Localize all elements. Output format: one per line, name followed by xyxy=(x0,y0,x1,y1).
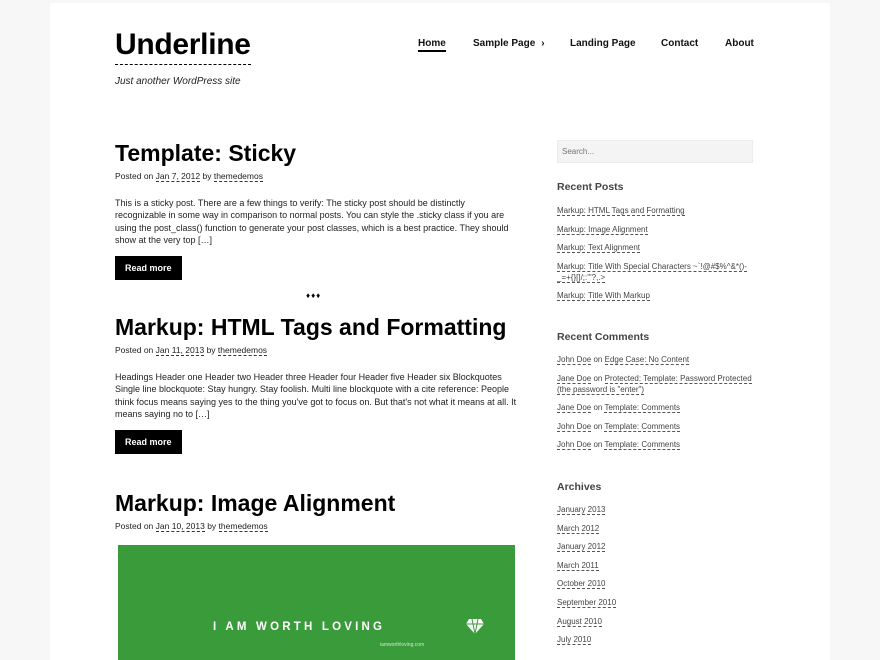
list-item: Markup: Title With Markup xyxy=(557,290,757,302)
list-item: August 2010 xyxy=(557,616,757,627)
comment-on: on xyxy=(593,440,603,450)
list-item: September 2010 xyxy=(557,597,757,608)
comment-post-link[interactable]: Template: Comments xyxy=(604,440,681,451)
post-title[interactable]: Markup: HTML Tags and Formatting xyxy=(115,313,517,341)
list-item: July 2010 xyxy=(557,634,757,646)
post-meta: Posted on Jan 7, 2012 by themedemos xyxy=(115,171,517,182)
recent-comments-list: John Doe on Edge Case: No Content Jane D… xyxy=(557,354,757,458)
post-image-alignment: Markup: Image Alignment Posted on Jan 10… xyxy=(115,489,517,532)
post-separator: ♦♦♦ xyxy=(306,291,322,300)
post-html-tags: Markup: HTML Tags and Formatting Posted … xyxy=(115,313,517,455)
list-item: March 2012 xyxy=(557,523,757,534)
search-input[interactable] xyxy=(557,140,753,163)
recent-posts-title: Recent Posts xyxy=(557,181,624,193)
archive-link[interactable]: March 2011 xyxy=(557,560,599,571)
archive-link[interactable]: January 2012 xyxy=(557,542,606,553)
archive-link[interactable]: January 2013 xyxy=(557,505,606,515)
comment-post-link[interactable]: Template: Comments xyxy=(604,421,681,432)
site-tagline: Just another WordPress site xyxy=(115,76,241,87)
read-more-button[interactable]: Read more xyxy=(115,256,182,281)
featured-image-url: iamworthloving.com xyxy=(380,642,425,648)
post-excerpt: Headings Header one Header two Header th… xyxy=(115,372,517,419)
list-item: Markup: Text Alignment xyxy=(557,242,757,254)
list-item: John Doe on Template: Comments xyxy=(557,439,757,451)
recent-post-link[interactable]: Markup: Title With Markup xyxy=(557,291,650,302)
meta-by: by xyxy=(202,171,212,181)
nav-about[interactable]: About xyxy=(725,38,754,49)
recent-posts-list: Markup: HTML Tags and Formatting Markup:… xyxy=(557,205,757,309)
post-date-link[interactable]: Jan 10, 2013 xyxy=(155,521,205,532)
recent-post-link[interactable]: Markup: Text Alignment xyxy=(557,243,641,254)
list-item: Jane Doe on Template: Comments xyxy=(557,402,757,414)
list-item: January 2012 xyxy=(557,541,757,553)
nav-contact[interactable]: Contact xyxy=(661,38,698,49)
comment-author-link[interactable]: Jane Doe xyxy=(557,373,592,384)
post-date-link[interactable]: Jan 7, 2012 xyxy=(155,171,201,182)
main-nav: Home Sample Page › Landing Page Contact A… xyxy=(50,38,830,58)
archives-title: Archives xyxy=(557,481,602,493)
recent-post-link[interactable]: Markup: Title With Special Characters ~`… xyxy=(557,261,747,283)
chevron-right-icon: › xyxy=(541,38,545,49)
archive-link[interactable]: July 2010 xyxy=(557,635,592,646)
post-title[interactable]: Template: Sticky xyxy=(115,139,517,167)
nav-home[interactable]: Home xyxy=(418,38,446,52)
archive-link[interactable]: October 2010 xyxy=(557,579,606,590)
post-sticky: Template: Sticky Posted on Jan 7, 2012 b… xyxy=(115,139,517,281)
post-meta: Posted on Jan 10, 2013 by themedemos xyxy=(115,521,517,532)
post-author-link[interactable]: themedemos xyxy=(213,171,263,182)
recent-comments-title: Recent Comments xyxy=(557,331,650,343)
meta-by: by xyxy=(206,345,216,355)
comment-post-link[interactable]: Edge Case: No Content xyxy=(604,355,690,365)
comment-author-link[interactable]: Jane Doe xyxy=(557,403,592,414)
post-excerpt: This is a sticky post. There are a few t… xyxy=(115,198,509,245)
nav-landing-page[interactable]: Landing Page xyxy=(570,38,636,49)
post-date-link[interactable]: Jan 11, 2013 xyxy=(155,345,205,356)
nav-sample-page-label: Sample Page xyxy=(473,38,536,49)
post-author-link[interactable]: themedemos xyxy=(218,521,268,532)
list-item: October 2010 xyxy=(557,578,757,590)
list-item: Markup: HTML Tags and Formatting xyxy=(557,205,757,216)
recent-post-link[interactable]: Markup: Image Alignment xyxy=(557,224,648,235)
featured-image-text: I AM WORTH LOVING xyxy=(213,621,386,633)
list-item: John Doe on Template: Comments xyxy=(557,421,757,432)
comment-author-link[interactable]: John Doe xyxy=(557,355,592,365)
archives-list: January 2013 March 2012 January 2012 Mar… xyxy=(557,504,757,653)
read-more-button[interactable]: Read more xyxy=(115,430,182,455)
featured-image[interactable]: I AM WORTH LOVING iamworthloving.com xyxy=(118,545,515,660)
list-item: Jane Doe on Protected: Template: Passwor… xyxy=(557,373,757,395)
diamond-heart-icon xyxy=(466,618,484,635)
list-item: Markup: Title With Special Characters ~`… xyxy=(557,261,757,283)
post-author-link[interactable]: themedemos xyxy=(217,345,268,356)
archive-link[interactable]: September 2010 xyxy=(557,597,617,608)
nav-sample-page[interactable]: Sample Page › xyxy=(473,38,545,49)
meta-prefix: Posted on xyxy=(115,345,154,355)
comment-on: on xyxy=(593,421,603,431)
post-meta: Posted on Jan 11, 2013 by themedemos xyxy=(115,345,517,356)
archive-link[interactable]: March 2012 xyxy=(557,523,600,534)
comment-author-link[interactable]: John Doe xyxy=(557,440,592,451)
page: Underline Just another WordPress site Ho… xyxy=(50,3,830,660)
meta-by: by xyxy=(207,521,217,531)
recent-post-link[interactable]: Markup: HTML Tags and Formatting xyxy=(557,206,685,216)
post-title[interactable]: Markup: Image Alignment xyxy=(115,489,517,517)
list-item: John Doe on Edge Case: No Content xyxy=(557,354,757,365)
list-item: March 2011 xyxy=(557,560,757,571)
comment-post-link[interactable]: Template: Comments xyxy=(604,403,681,414)
comment-on: on xyxy=(593,403,603,413)
meta-prefix: Posted on xyxy=(115,171,154,181)
list-item: January 2013 xyxy=(557,504,757,515)
comment-author-link[interactable]: John Doe xyxy=(557,421,592,432)
comment-on: on xyxy=(593,355,603,364)
list-item: Markup: Image Alignment xyxy=(557,224,757,235)
meta-prefix: Posted on xyxy=(115,521,154,531)
comment-on: on xyxy=(593,373,603,383)
archive-link[interactable]: August 2010 xyxy=(557,616,602,627)
